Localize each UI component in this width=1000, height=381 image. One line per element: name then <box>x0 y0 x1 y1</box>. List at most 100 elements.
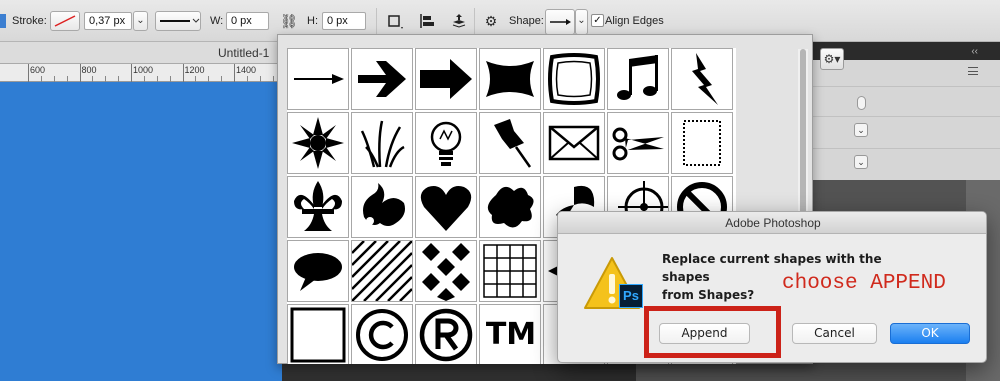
annotation-note: choose APPEND <box>782 272 946 295</box>
shape-arrow-thin[interactable] <box>287 48 349 110</box>
shape-scissors[interactable] <box>607 112 669 174</box>
shape-trademark-tm[interactable]: TM <box>479 304 541 364</box>
shape-pushpin[interactable] <box>479 112 541 174</box>
shape-stripes[interactable] <box>351 240 413 302</box>
height-field[interactable]: 0 px <box>322 12 366 30</box>
shape-lightbulb[interactable] <box>415 112 477 174</box>
document-tab[interactable]: Untitled-1 <box>0 42 282 64</box>
chevron-down-icon[interactable]: ⌄ <box>854 123 868 137</box>
shape-speech-bubble[interactable] <box>287 240 349 302</box>
ok-button[interactable]: OK <box>890 323 970 344</box>
shape-arrow-block[interactable] <box>415 48 477 110</box>
properties-panel: ⌄ ⌄ <box>807 60 1000 180</box>
link-icon[interactable]: ⛓ <box>280 12 298 30</box>
shape-heart[interactable] <box>415 176 477 238</box>
align-edges-checkbox[interactable]: ✓ <box>591 14 604 27</box>
blob-icon <box>487 186 534 228</box>
path-arrangement-icon[interactable] <box>450 12 468 30</box>
stroke-type-dropdown[interactable] <box>155 11 201 31</box>
chevron-down-icon: ⌄ <box>577 15 586 26</box>
width-field[interactable]: 0 px <box>226 12 269 30</box>
banner-icon <box>486 61 534 97</box>
ruler-tick <box>234 64 235 82</box>
photoshop-window: Stroke: 0,37 px ⌄ W: 0 px ⛓ H: 0 px ⚙ Sh… <box>0 0 1000 381</box>
ruler-tick <box>79 64 81 82</box>
separator <box>376 8 377 34</box>
shape-frame-wavy[interactable] <box>543 48 605 110</box>
flower-icon <box>292 117 344 169</box>
frame-wavy-icon <box>548 53 600 105</box>
shape-label: Shape: <box>509 15 544 27</box>
ruler-number: 600 <box>30 65 46 75</box>
shape-music-notes[interactable] <box>607 48 669 110</box>
arrow-shape-icon <box>550 19 571 25</box>
shape-lightning[interactable] <box>671 48 733 110</box>
collapse-icon[interactable]: ‹‹ <box>971 46 978 57</box>
shape-picker-button[interactable] <box>545 9 575 35</box>
ruler-number: 1400 <box>236 65 257 75</box>
toggle-control[interactable] <box>857 96 866 110</box>
separator <box>474 8 475 34</box>
shape-blob[interactable] <box>479 176 541 238</box>
shape-square[interactable] <box>287 304 349 364</box>
solid-line-icon <box>160 18 200 23</box>
arrow-thin-icon <box>294 74 344 84</box>
shape-ornament[interactable] <box>351 176 413 238</box>
pushpin-icon <box>494 119 532 168</box>
grid-icon <box>483 244 537 298</box>
shape-grass[interactable] <box>351 112 413 174</box>
ruler-tick <box>131 64 132 82</box>
ruler-number: 1200 <box>184 65 205 75</box>
speech-bubble-icon <box>294 253 342 291</box>
shape-flower[interactable] <box>287 112 349 174</box>
shape-copyright[interactable] <box>351 304 413 364</box>
stroke-color-swatch[interactable] <box>50 11 80 31</box>
ruler-tick <box>182 64 184 82</box>
registered-icon <box>419 308 473 362</box>
lightbulb-icon <box>430 121 462 166</box>
height-label: H: <box>307 15 318 27</box>
heart-icon <box>420 186 472 231</box>
stroke-width-field[interactable]: 0,37 px <box>84 12 132 30</box>
chevron-down-icon[interactable]: ⌄ <box>854 155 868 169</box>
annotation-highlight-box <box>644 306 781 358</box>
dialog-titlebar[interactable]: Adobe Photoshop <box>558 212 986 234</box>
arrow-block-icon <box>420 59 472 99</box>
shape-dropdown[interactable]: ⌄ <box>575 9 588 35</box>
path-operations-icon[interactable] <box>386 12 404 30</box>
stroke-none-icon <box>54 15 76 27</box>
picker-settings-gear-icon[interactable]: ⚙▾ <box>820 48 844 70</box>
lightning-icon <box>692 53 718 105</box>
path-alignment-icon[interactable] <box>418 12 436 30</box>
ruler-number: 1000 <box>133 65 154 75</box>
canvas[interactable] <box>0 82 282 381</box>
ruler-number: 800 <box>81 65 97 75</box>
chevron-down-icon: ⌄ <box>136 15 145 26</box>
shape-arrow-bold[interactable] <box>351 48 413 110</box>
shape-fleur-de-lis[interactable] <box>287 176 349 238</box>
trademark-text: TM <box>485 317 537 352</box>
shape-banner[interactable] <box>479 48 541 110</box>
stroke-label: Stroke: <box>12 15 47 27</box>
gear-icon[interactable]: ⚙ <box>482 12 500 30</box>
fill-swatch[interactable] <box>0 14 6 28</box>
shape-stamp[interactable] <box>671 112 733 174</box>
horizontal-ruler[interactable]: 600800100012001400160018002000 <box>0 64 429 82</box>
shape-grid[interactable] <box>479 240 541 302</box>
width-label: W: <box>210 15 224 27</box>
align-edges-label: Align Edges <box>605 15 664 27</box>
scissors-icon <box>612 127 664 161</box>
fleur-de-lis-icon <box>294 181 342 231</box>
shape-envelope[interactable] <box>543 112 605 174</box>
ruler-tick <box>28 64 29 82</box>
panel-menu-icon[interactable] <box>968 67 978 75</box>
envelope-icon <box>548 125 600 161</box>
square-icon <box>290 307 346 363</box>
grass-icon <box>360 120 405 168</box>
copyright-icon <box>356 309 408 361</box>
shape-registered[interactable] <box>415 304 477 364</box>
panel-row <box>807 86 1000 110</box>
stroke-width-dropdown[interactable]: ⌄ <box>133 11 148 31</box>
shape-diamond-pattern[interactable] <box>415 240 477 302</box>
cancel-button[interactable]: Cancel <box>792 323 877 344</box>
